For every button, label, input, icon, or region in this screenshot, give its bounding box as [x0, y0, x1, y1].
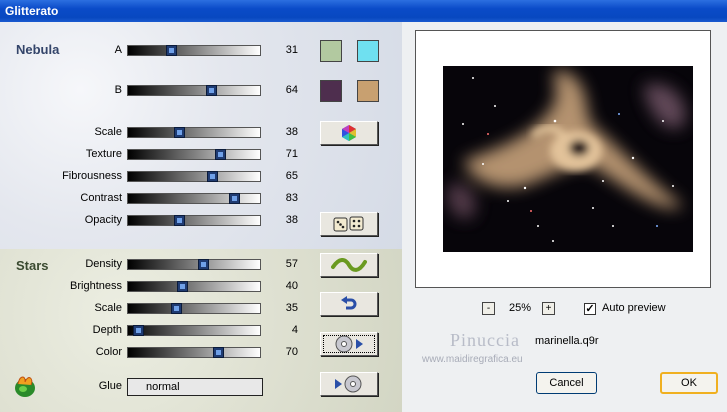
- nebula-b-value: 64: [285, 84, 298, 96]
- zoom-in-button[interactable]: +: [542, 302, 555, 315]
- stars-depth-label: Depth: [92, 324, 122, 336]
- nebula-b-label: B: [114, 84, 122, 96]
- ok-button[interactable]: OK: [660, 372, 718, 394]
- stars-color-slider[interactable]: [127, 347, 261, 358]
- nebula-fibrousness-slider-thumb[interactable]: [207, 171, 218, 182]
- nebula-contrast-value: 83: [285, 192, 298, 204]
- nebula-fibrousness-value: 65: [285, 170, 298, 182]
- random-color-button[interactable]: [320, 121, 378, 145]
- stars-scale-label: Scale: [94, 302, 122, 314]
- stars-density-value: 57: [285, 258, 298, 270]
- zoom-out-button[interactable]: -: [482, 302, 495, 315]
- zoom-level: 25%: [508, 302, 532, 314]
- stars-color-label: Color: [95, 346, 122, 358]
- preview-frame: [415, 30, 711, 288]
- dice-icon: [333, 216, 364, 232]
- title-bar: Glitterato: [0, 0, 727, 22]
- auto-preview-checkbox[interactable]: ✓: [584, 303, 596, 315]
- nebula-scale-slider[interactable]: [127, 127, 261, 138]
- nebula-scale-value: 38: [285, 126, 298, 138]
- nebula-texture-label: Texture: [85, 148, 122, 160]
- nebula-color-a1-swatch[interactable]: [320, 40, 342, 62]
- stars-scale-slider-thumb[interactable]: [171, 303, 182, 314]
- preview-panel: - 25% + ✓ Auto preview Pinuccia www.maid…: [402, 22, 727, 412]
- nebula-color-b2-swatch[interactable]: [357, 80, 379, 102]
- stars-brightness-slider-thumb[interactable]: [177, 281, 188, 292]
- watermark-url: www.maidiregrafica.eu: [422, 354, 523, 365]
- nebula-scale-label: Scale: [94, 126, 122, 138]
- stars-color-slider-thumb[interactable]: [213, 347, 224, 358]
- randomize-button[interactable]: [320, 212, 378, 236]
- nebula-b-slider[interactable]: [127, 85, 261, 96]
- stars-scale-slider[interactable]: [127, 303, 261, 314]
- nebula-opacity-slider-thumb[interactable]: [174, 215, 185, 226]
- auto-preview-label: Auto preview: [602, 302, 666, 314]
- nebula-fibrousness-label: Fibrousness: [62, 170, 122, 182]
- reset-button[interactable]: [320, 292, 378, 316]
- nebula-contrast-slider-thumb[interactable]: [229, 193, 240, 204]
- load-preset-button[interactable]: [320, 332, 378, 356]
- nebula-a-slider-thumb[interactable]: [166, 45, 177, 56]
- stars-brightness-slider[interactable]: [127, 281, 261, 292]
- stars-scale-value: 35: [285, 302, 298, 314]
- glue-select[interactable]: normal: [127, 378, 263, 396]
- nebula-texture-slider[interactable]: [127, 149, 261, 160]
- glue-label: Glue: [98, 380, 122, 392]
- nebula-opacity-value: 38: [285, 214, 298, 226]
- arrow-disc-icon: [335, 375, 362, 393]
- nebula-preview-render: [443, 66, 693, 252]
- stars-depth-slider-thumb[interactable]: [133, 325, 144, 336]
- nebula-contrast-label: Contrast: [80, 192, 122, 204]
- nebula-a-value: 31: [285, 44, 298, 56]
- nebula-a-slider[interactable]: [127, 45, 261, 56]
- nebula-opacity-label: Opacity: [84, 214, 122, 226]
- disc-arrow-icon: [335, 335, 363, 353]
- preset-filename: marinella.q9r: [535, 335, 599, 347]
- nebula-scale-slider-thumb[interactable]: [174, 127, 185, 138]
- dialog-body: Nebula Stars A 31 B 64 Scale 38 Texture 71 Fibro…: [0, 22, 727, 412]
- undo-icon: [341, 296, 357, 310]
- stars-depth-value: 4: [291, 324, 298, 336]
- save-preset-button[interactable]: [320, 372, 378, 396]
- cancel-button[interactable]: Cancel: [536, 372, 597, 394]
- nebula-contrast-slider[interactable]: [127, 193, 261, 204]
- nebula-color-b1-swatch[interactable]: [320, 80, 342, 102]
- nebula-texture-slider-thumb[interactable]: [215, 149, 226, 160]
- controls-panel: Nebula Stars A 31 B 64 Scale 38 Texture 71 Fibro…: [0, 22, 402, 412]
- nebula-fibrousness-slider[interactable]: [127, 171, 261, 182]
- window-title: Glitterato: [5, 4, 59, 18]
- stars-density-label: Density: [85, 258, 122, 270]
- nebula-texture-value: 71: [285, 148, 298, 160]
- wave-icon: [331, 258, 367, 272]
- stars-color-value: 70: [285, 346, 298, 358]
- color-wheel-icon: [342, 125, 356, 141]
- stars-density-slider-thumb[interactable]: [198, 259, 209, 270]
- wave-button[interactable]: [320, 253, 378, 277]
- nebula-color-a2-swatch[interactable]: [357, 40, 379, 62]
- stars-density-slider[interactable]: [127, 259, 261, 270]
- stars-depth-slider[interactable]: [127, 325, 261, 336]
- watermark-name: Pinuccia: [450, 330, 520, 350]
- stars-brightness-value: 40: [285, 280, 298, 292]
- nebula-a-label: A: [114, 44, 122, 56]
- nebula-b-slider-thumb[interactable]: [206, 85, 217, 96]
- preview-image[interactable]: [443, 66, 693, 252]
- stars-brightness-label: Brightness: [70, 280, 122, 292]
- nebula-opacity-slider[interactable]: [127, 215, 261, 226]
